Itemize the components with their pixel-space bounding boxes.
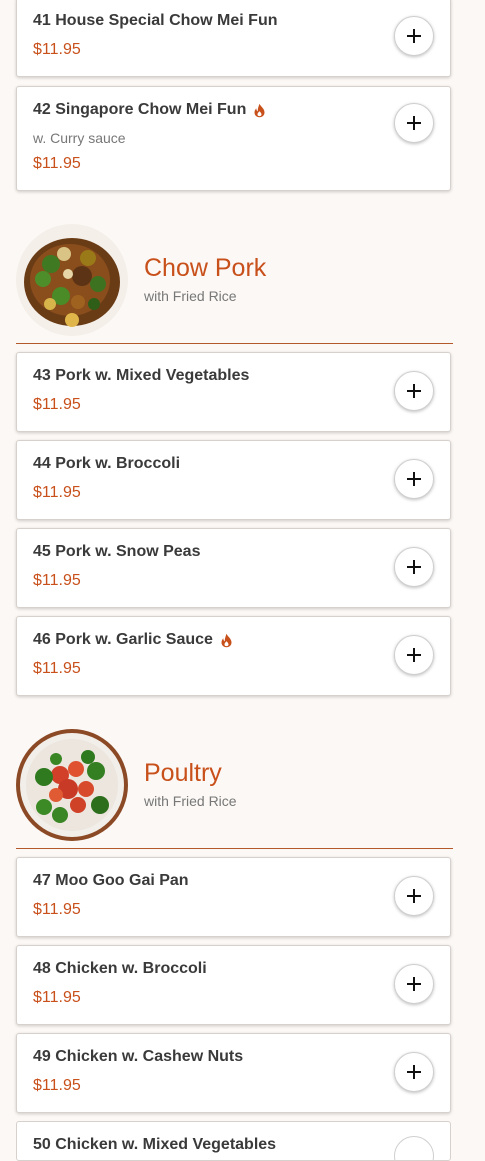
add-item-button[interactable] — [394, 1136, 434, 1160]
add-item-button[interactable] — [394, 1052, 434, 1092]
add-item-button[interactable] — [394, 635, 434, 675]
menu-item-card[interactable]: 43 Pork w. Mixed Vegetables $11.95 — [16, 352, 451, 432]
plus-icon — [407, 889, 421, 903]
item-name-text: 48 Chicken w. Broccoli — [33, 960, 207, 977]
section-title: Chow Pork — [144, 254, 267, 282]
item-name-text: 42 Singapore Chow Mei Fun — [33, 101, 247, 118]
section-photo — [16, 729, 128, 841]
plus-icon — [407, 977, 421, 991]
section-divider — [16, 343, 453, 344]
item-name: 48 Chicken w. Broccoli — [33, 960, 207, 978]
plus-icon — [407, 29, 421, 43]
add-item-button[interactable] — [394, 103, 434, 143]
add-item-button[interactable] — [394, 459, 434, 499]
section-header-chow-pork: Chow Pork with Fried Rice — [16, 224, 453, 344]
item-price: $11.95 — [33, 901, 81, 918]
menu-item-card[interactable]: 46 Pork w. Garlic Sauce $11.95 — [16, 616, 451, 696]
item-price: $11.95 — [33, 1077, 81, 1094]
section-title: Poultry — [144, 759, 222, 787]
plus-icon — [407, 116, 421, 130]
dish-image — [16, 729, 128, 841]
item-name-text: 49 Chicken w. Cashew Nuts — [33, 1048, 244, 1065]
item-name: 47 Moo Goo Gai Pan — [33, 872, 189, 890]
item-price: $11.95 — [33, 155, 81, 172]
plus-icon — [407, 560, 421, 574]
item-name-text: 43 Pork w. Mixed Vegetables — [33, 367, 250, 384]
menu-item-card[interactable]: 50 Chicken w. Mixed Vegetables — [16, 1121, 451, 1161]
item-name: 45 Pork w. Snow Peas — [33, 543, 200, 561]
item-price: $11.95 — [33, 989, 81, 1006]
menu-item-card[interactable]: 49 Chicken w. Cashew Nuts $11.95 — [16, 1033, 451, 1113]
item-name: 46 Pork w. Garlic Sauce — [33, 631, 233, 649]
menu-item-card[interactable]: 45 Pork w. Snow Peas $11.95 — [16, 528, 451, 608]
item-name: 50 Chicken w. Mixed Vegetables — [33, 1136, 277, 1153]
flame-icon — [221, 633, 232, 647]
plus-icon — [407, 384, 421, 398]
menu-item-card[interactable]: 48 Chicken w. Broccoli $11.95 — [16, 945, 451, 1025]
plus-icon — [407, 648, 421, 662]
add-item-button[interactable] — [394, 16, 434, 56]
menu-item-card[interactable]: 44 Pork w. Broccoli $11.95 — [16, 440, 451, 520]
plus-icon — [407, 1065, 421, 1079]
plus-icon — [407, 472, 421, 486]
add-item-button[interactable] — [394, 547, 434, 587]
item-price: $11.95 — [33, 396, 81, 413]
item-price: $11.95 — [33, 572, 81, 589]
section-divider — [16, 848, 453, 849]
item-name-text: 45 Pork w. Snow Peas — [33, 543, 201, 560]
add-item-button[interactable] — [394, 371, 434, 411]
item-price: $11.95 — [33, 660, 81, 677]
menu-item-card[interactable]: 47 Moo Goo Gai Pan $11.95 — [16, 857, 451, 937]
item-name: 49 Chicken w. Cashew Nuts — [33, 1048, 243, 1066]
item-name: 44 Pork w. Broccoli — [33, 455, 180, 473]
add-item-button[interactable] — [394, 964, 434, 1004]
item-name-text: 46 Pork w. Garlic Sauce — [33, 631, 213, 648]
item-description: w. Curry sauce — [33, 130, 126, 146]
item-name-text: 44 Pork w. Broccoli — [33, 455, 181, 472]
item-name: 43 Pork w. Mixed Vegetables — [33, 367, 249, 385]
section-photo — [16, 224, 128, 336]
add-item-button[interactable] — [394, 876, 434, 916]
item-price: $11.95 — [33, 41, 81, 58]
section-subtitle: with Fried Rice — [144, 288, 237, 304]
item-name: 41 House Special Chow Mei Fun — [33, 12, 278, 30]
section-header-poultry: Poultry with Fried Rice — [16, 729, 453, 849]
item-name-text: 47 Moo Goo Gai Pan — [33, 872, 189, 889]
item-name-text: 41 House Special Chow Mei Fun — [33, 12, 278, 29]
item-name: 42 Singapore Chow Mei Fun — [33, 101, 266, 119]
menu-item-card[interactable]: 41 House Special Chow Mei Fun $11.95 — [16, 0, 451, 77]
flame-icon — [254, 103, 265, 117]
item-price: $11.95 — [33, 484, 81, 501]
section-subtitle: with Fried Rice — [144, 793, 237, 809]
menu-item-card[interactable]: 42 Singapore Chow Mei Fun w. Curry sauce… — [16, 86, 451, 191]
dish-image — [16, 224, 128, 336]
